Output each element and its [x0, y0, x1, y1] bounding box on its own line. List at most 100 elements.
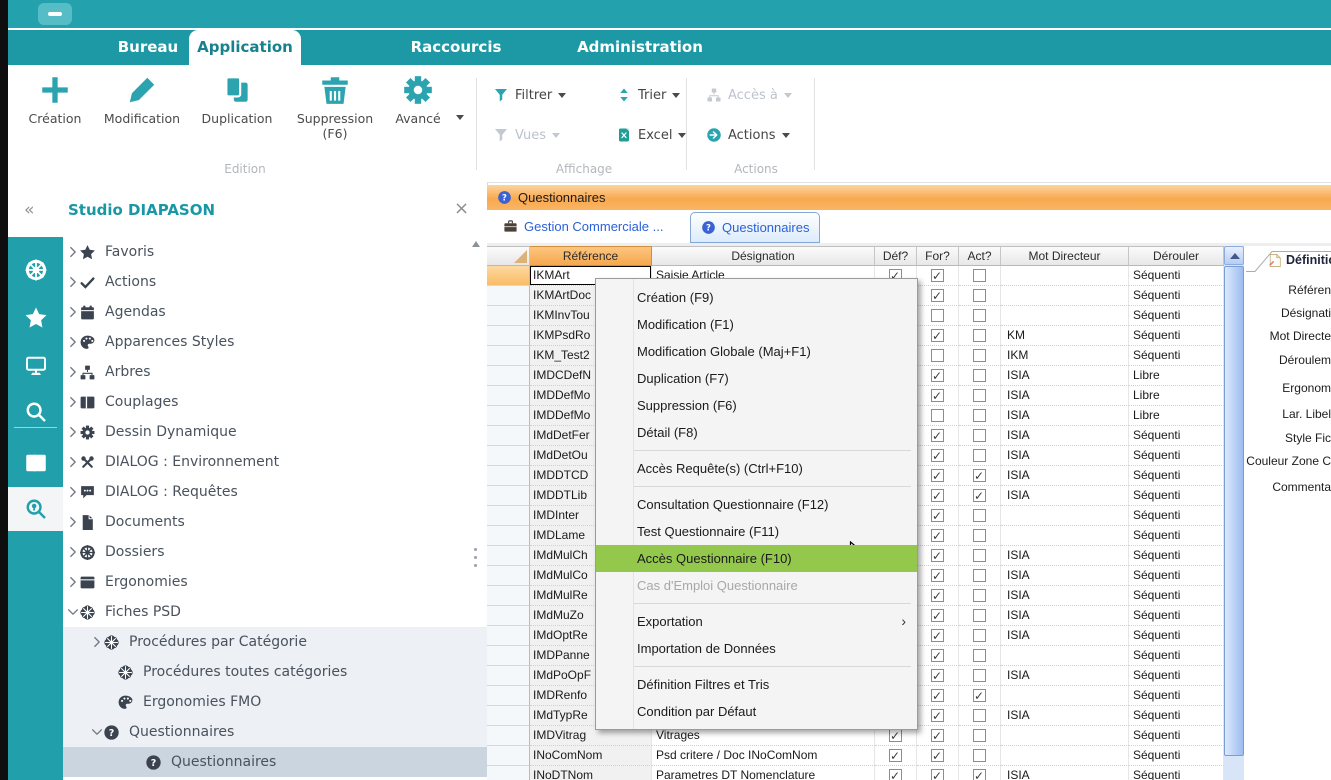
tab-gestion-commerciale[interactable]: Gestion Commerciale ...	[493, 213, 673, 240]
cell-deroulement[interactable]: Séquenti	[1129, 286, 1224, 306]
chevron-right-icon[interactable]	[66, 545, 80, 559]
cell-deroulement[interactable]: Séquenti	[1129, 306, 1224, 326]
cell-act[interactable]	[959, 666, 1001, 686]
cell-for[interactable]	[917, 266, 959, 286]
row-selector-cell[interactable]	[487, 486, 530, 506]
column-header-for[interactable]: For?	[917, 246, 959, 266]
act-checkbox[interactable]	[973, 489, 986, 502]
suppression-button[interactable]: Suppression (F6)	[289, 73, 381, 141]
act-checkbox[interactable]	[973, 609, 986, 622]
cell-deroulement[interactable]: Séquenti	[1129, 426, 1224, 446]
cell-act[interactable]	[959, 766, 1001, 780]
cell-deroulement[interactable]: Séquenti	[1129, 346, 1224, 366]
cell-deroulement[interactable]: Séquenti	[1129, 466, 1224, 486]
cell-deroulement[interactable]: Séquenti	[1129, 586, 1224, 606]
chevron-right-icon[interactable]	[66, 305, 80, 319]
excel-button[interactable]: Excel	[616, 124, 686, 146]
act-checkbox[interactable]	[973, 329, 986, 342]
for-checkbox[interactable]	[931, 409, 944, 422]
column-header-act[interactable]: Act?	[959, 246, 1001, 266]
cell-for[interactable]	[917, 386, 959, 406]
for-checkbox[interactable]	[931, 729, 944, 742]
sidebar-item-arbres[interactable]: Arbres	[63, 357, 487, 387]
cell-mot-directeur[interactable]: ISIA	[1001, 626, 1129, 646]
cell-mot-directeur[interactable]	[1001, 306, 1129, 326]
cell-act[interactable]	[959, 446, 1001, 466]
modification-button[interactable]: Modification	[96, 73, 188, 126]
act-checkbox[interactable]	[973, 709, 986, 722]
act-checkbox[interactable]	[973, 549, 986, 562]
cell-deroulement[interactable]: Séquenti	[1129, 566, 1224, 586]
rail-button-wheel[interactable]	[8, 248, 63, 292]
cell-mot-directeur[interactable]: ISIA	[1001, 546, 1129, 566]
cell-mot-directeur[interactable]: ISIA	[1001, 606, 1129, 626]
act-checkbox[interactable]	[973, 309, 986, 322]
act-checkbox[interactable]	[973, 449, 986, 462]
for-checkbox[interactable]	[931, 689, 944, 702]
cell-act[interactable]	[959, 386, 1001, 406]
cell-deroulement[interactable]: Libre	[1129, 366, 1224, 386]
act-checkbox[interactable]	[973, 469, 986, 482]
chevron-right-icon[interactable]	[66, 365, 80, 379]
trier-button[interactable]: Trier	[616, 84, 680, 106]
act-checkbox[interactable]	[973, 429, 986, 442]
cell-mot-directeur[interactable]	[1001, 286, 1129, 306]
row-selector-cell[interactable]	[487, 666, 530, 686]
menu-item-cr-ation-f9-[interactable]: Création (F9)	[596, 284, 917, 311]
sidebar-scrollbar[interactable]	[468, 237, 483, 780]
vues-button[interactable]: Vues	[493, 124, 560, 146]
for-checkbox[interactable]	[931, 609, 944, 622]
for-checkbox[interactable]	[931, 629, 944, 642]
row-selector-cell[interactable]	[487, 746, 530, 766]
cell-mot-directeur[interactable]: ISIA	[1001, 666, 1129, 686]
cell-mot-directeur[interactable]	[1001, 726, 1129, 746]
cell-for[interactable]	[917, 766, 959, 780]
cell-mot-directeur[interactable]	[1001, 506, 1129, 526]
cell-mot-directeur[interactable]	[1001, 266, 1129, 286]
menu-item-consultation-questionnaire-f12-[interactable]: Consultation Questionnaire (F12)	[596, 491, 917, 518]
act-checkbox[interactable]	[973, 289, 986, 302]
column-header-dsignation[interactable]: Désignation	[652, 246, 875, 266]
cell-act[interactable]	[959, 566, 1001, 586]
cell-for[interactable]	[917, 426, 959, 446]
cell-act[interactable]	[959, 466, 1001, 486]
row-selector-cell[interactable]	[487, 346, 530, 366]
sidebar-item-documents[interactable]: Documents	[63, 507, 487, 537]
act-checkbox[interactable]	[973, 649, 986, 662]
cell-for[interactable]	[917, 346, 959, 366]
cell-mot-directeur[interactable]: ISIA	[1001, 446, 1129, 466]
cell-act[interactable]	[959, 546, 1001, 566]
cell-for[interactable]	[917, 526, 959, 546]
act-checkbox[interactable]	[973, 269, 986, 282]
rail-button-monitor[interactable]	[8, 344, 63, 388]
row-selector-cell[interactable]	[487, 446, 530, 466]
menu-item-exportation[interactable]: Exportation›	[596, 608, 917, 635]
def-checkbox[interactable]	[889, 769, 902, 780]
cell-for[interactable]	[917, 666, 959, 686]
chevron-right-icon[interactable]	[90, 635, 104, 649]
cell-designation[interactable]: Parametres DT Nomenclature	[652, 766, 875, 780]
cell-deroulement[interactable]: Séquenti	[1129, 666, 1224, 686]
for-checkbox[interactable]	[931, 469, 944, 482]
cell-for[interactable]	[917, 746, 959, 766]
cell-for[interactable]	[917, 306, 959, 326]
ribbon-tab-raccourcis[interactable]: Raccourcis	[391, 30, 521, 65]
chevron-down-icon[interactable]	[66, 605, 80, 619]
cell-mot-directeur[interactable]: ISIA	[1001, 426, 1129, 446]
cell-deroulement[interactable]: Séquenti	[1129, 686, 1224, 706]
cell-deroulement[interactable]: Séquenti	[1129, 606, 1224, 626]
menu-item-modification-globale-maj-f1-[interactable]: Modification Globale (Maj+F1)	[596, 338, 917, 365]
cell-mot-directeur[interactable]: ISIA	[1001, 486, 1129, 506]
sidebar-item-couplages[interactable]: Couplages	[63, 387, 487, 417]
chevron-right-icon[interactable]	[66, 275, 80, 289]
cell-mot-directeur[interactable]: KM	[1001, 326, 1129, 346]
cell-mot-directeur[interactable]: IKM	[1001, 346, 1129, 366]
act-checkbox[interactable]	[973, 629, 986, 642]
cell-act[interactable]	[959, 426, 1001, 446]
row-selector-cell[interactable]	[487, 526, 530, 546]
chevron-right-icon[interactable]	[66, 575, 80, 589]
for-checkbox[interactable]	[931, 509, 944, 522]
cell-for[interactable]	[917, 586, 959, 606]
for-checkbox[interactable]	[931, 489, 944, 502]
column-header-motdirecteur[interactable]: Mot Directeur	[1001, 246, 1129, 266]
